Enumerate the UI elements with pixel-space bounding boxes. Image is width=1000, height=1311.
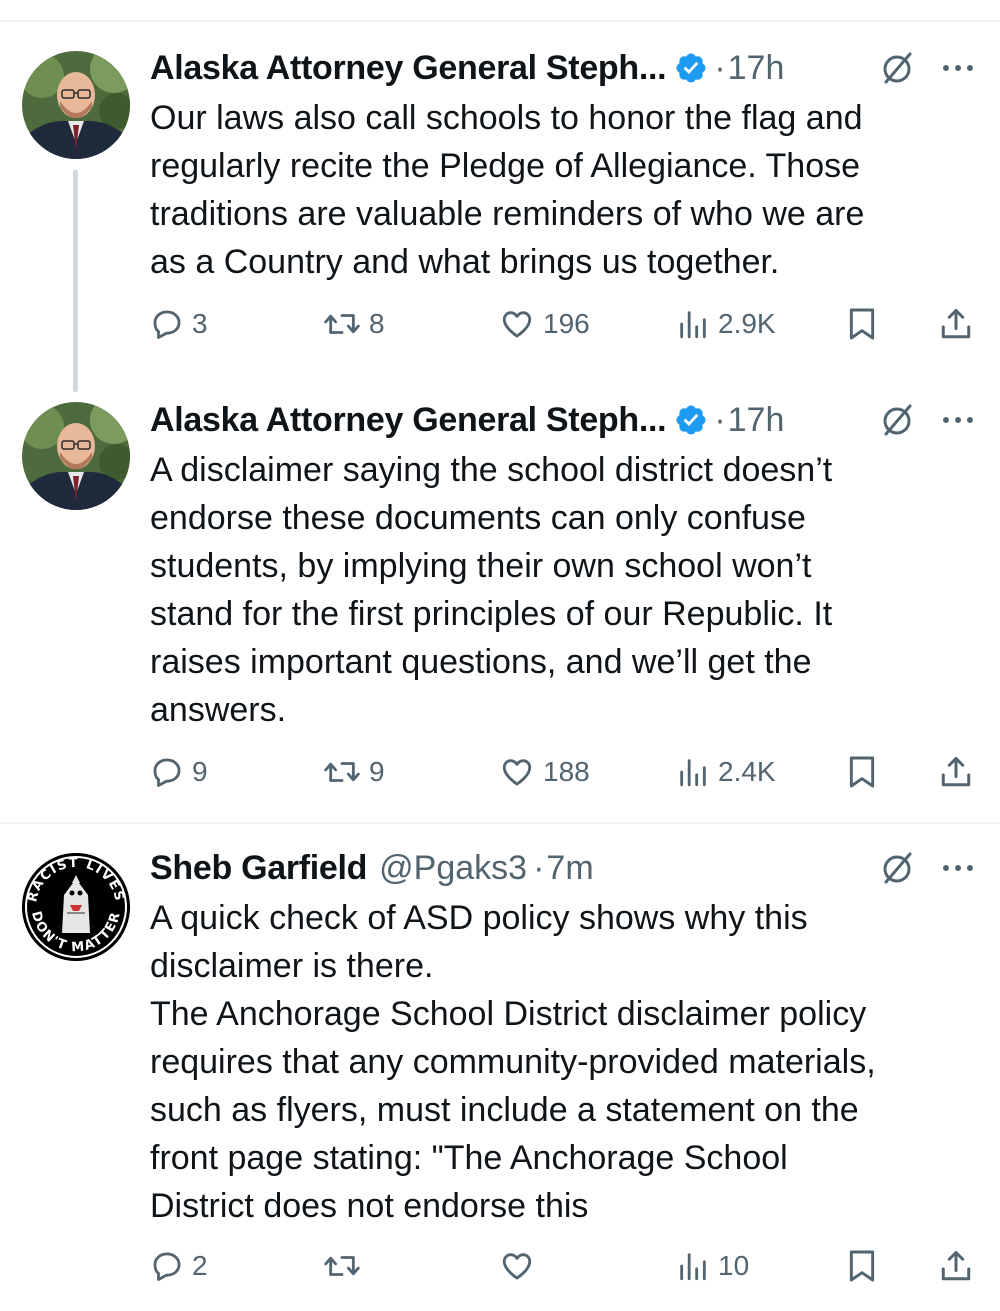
views-icon bbox=[680, 759, 706, 787]
thread-connector-line bbox=[73, 170, 78, 392]
tweet-text-line: District does not endorse this bbox=[150, 1187, 589, 1225]
like-icon bbox=[502, 759, 532, 786]
views-count: 2.9K bbox=[718, 308, 776, 339]
share-icon bbox=[941, 309, 971, 339]
repost-icon bbox=[324, 314, 360, 334]
tweet-text-line: front page stating: "The Anchorage Schoo… bbox=[150, 1139, 788, 1177]
repost-button[interactable]: 8 bbox=[323, 302, 385, 346]
like-count: 188 bbox=[543, 756, 590, 787]
reply-button[interactable]: 3 bbox=[150, 302, 208, 346]
action-bar: 3 8 196 2.9K bbox=[150, 302, 978, 346]
tweet-text-line: answers. bbox=[150, 691, 287, 729]
tweet-1[interactable]: Alaska Attorney General Steph... · 17h O… bbox=[0, 0, 1000, 392]
tweet-2[interactable]: Alaska Attorney General Steph... · 17h A… bbox=[0, 390, 1000, 820]
timestamp[interactable]: 17h bbox=[728, 401, 785, 440]
tweet-header: Alaska Attorney General Steph... · 17h bbox=[150, 46, 1000, 90]
views-icon bbox=[680, 311, 706, 339]
reply-icon bbox=[153, 1252, 181, 1281]
timestamp[interactable]: 17h bbox=[728, 49, 785, 88]
action-bar: 2 10 bbox=[150, 1244, 978, 1288]
tweet-text-line: requires that any community-provided mat… bbox=[150, 1043, 876, 1081]
verified-badge-icon bbox=[676, 53, 706, 83]
views-count: 2.4K bbox=[718, 756, 776, 787]
views-button[interactable]: 2.4K bbox=[676, 750, 776, 794]
repost-button[interactable]: 9 bbox=[323, 750, 385, 794]
grok-icon[interactable] bbox=[880, 402, 916, 438]
share-icon bbox=[941, 1251, 971, 1281]
author-avatar[interactable]: RACIST LIVES DON'T MATTER bbox=[22, 853, 130, 961]
tweet-text-line: such as flyers, must include a statement… bbox=[150, 1091, 859, 1129]
repost-count: 9 bbox=[369, 756, 385, 787]
repost-button[interactable] bbox=[323, 1244, 369, 1288]
repost-icon bbox=[324, 762, 360, 782]
separator-dot: · bbox=[533, 848, 545, 887]
separator-dot: · bbox=[714, 48, 726, 87]
bookmark-icon bbox=[849, 308, 875, 340]
reply-icon bbox=[153, 310, 181, 339]
share-button[interactable] bbox=[938, 750, 974, 794]
bookmark-icon bbox=[849, 1250, 875, 1282]
author-name[interactable]: Sheb Garfield bbox=[150, 849, 367, 888]
like-button[interactable]: 188 bbox=[499, 750, 590, 794]
tweet-text-line: raises important questions, and we’ll ge… bbox=[150, 643, 812, 681]
views-button[interactable]: 2.9K bbox=[676, 302, 776, 346]
bookmark-icon bbox=[849, 756, 875, 788]
share-icon bbox=[941, 757, 971, 787]
like-button[interactable]: 196 bbox=[499, 302, 590, 346]
tweet-3[interactable]: RACIST LIVES DON'T MATTER Sheb Garfield … bbox=[0, 824, 1000, 1311]
tweet-text-line: A disclaimer saying the school district … bbox=[150, 451, 833, 489]
more-icon[interactable] bbox=[940, 402, 976, 438]
like-icon bbox=[502, 311, 532, 338]
share-button[interactable] bbox=[938, 1244, 974, 1288]
bookmark-button[interactable] bbox=[846, 750, 878, 794]
tweet-text-line: regularly recite the Pledge of Allegianc… bbox=[150, 147, 861, 185]
tweet-text-line: as a Country and what brings us together… bbox=[150, 243, 780, 281]
tweet-text: A quick check of ASD policy shows why th… bbox=[150, 894, 970, 1230]
timestamp[interactable]: 7m bbox=[546, 849, 593, 888]
tweet-text: A disclaimer saying the school district … bbox=[150, 446, 970, 734]
repost-icon bbox=[324, 1256, 360, 1276]
views-button[interactable]: 10 bbox=[676, 1244, 749, 1288]
tweet-text: Our laws also call schools to honor the … bbox=[150, 94, 970, 286]
tweet-text-line: traditions are valuable reminders of who… bbox=[150, 195, 865, 233]
like-count: 196 bbox=[543, 308, 590, 339]
bookmark-button[interactable] bbox=[846, 1244, 878, 1288]
like-button[interactable] bbox=[499, 1244, 543, 1288]
repost-count: 8 bbox=[369, 308, 385, 339]
views-count: 10 bbox=[718, 1250, 750, 1281]
share-button[interactable] bbox=[938, 302, 974, 346]
verified-badge-icon bbox=[676, 405, 706, 435]
tweet-text-line: disclaimer is there. bbox=[150, 947, 434, 985]
reply-icon bbox=[153, 758, 181, 787]
reply-button[interactable]: 2 bbox=[150, 1244, 208, 1288]
like-icon bbox=[502, 1253, 532, 1280]
bookmark-button[interactable] bbox=[846, 302, 878, 346]
grok-icon[interactable] bbox=[880, 50, 916, 86]
grok-icon[interactable] bbox=[880, 850, 916, 886]
author-avatar[interactable] bbox=[22, 51, 130, 159]
more-icon[interactable] bbox=[940, 50, 976, 86]
tweet-text-line: A quick check of ASD policy shows why th… bbox=[150, 899, 808, 937]
reply-count: 3 bbox=[192, 308, 208, 339]
author-handle[interactable]: @Pgaks3 bbox=[379, 849, 527, 888]
tweet-text-line: students, by implying their own school w… bbox=[150, 547, 812, 585]
action-bar: 9 9 188 2.4K bbox=[150, 750, 978, 794]
separator-dot: · bbox=[714, 400, 726, 439]
more-icon[interactable] bbox=[940, 850, 976, 886]
tweet-text-line: endorse these documents can only confuse bbox=[150, 499, 806, 537]
reply-count: 2 bbox=[192, 1250, 208, 1281]
author-name[interactable]: Alaska Attorney General Steph... bbox=[150, 49, 667, 88]
tweet-text-line: The Anchorage School District disclaimer… bbox=[150, 995, 867, 1033]
views-icon bbox=[680, 1253, 706, 1281]
author-avatar[interactable] bbox=[22, 402, 130, 510]
reply-count: 9 bbox=[192, 756, 208, 787]
reply-button[interactable]: 9 bbox=[150, 750, 208, 794]
tweet-header: Alaska Attorney General Steph... · 17h bbox=[150, 398, 1000, 442]
tweet-header: Sheb Garfield @Pgaks3 · 7m bbox=[150, 846, 1000, 890]
tweet-text-line: stand for the first principles of our Re… bbox=[150, 595, 833, 633]
tweet-text-line: Our laws also call schools to honor the … bbox=[150, 99, 863, 137]
author-name[interactable]: Alaska Attorney General Steph... bbox=[150, 401, 667, 440]
